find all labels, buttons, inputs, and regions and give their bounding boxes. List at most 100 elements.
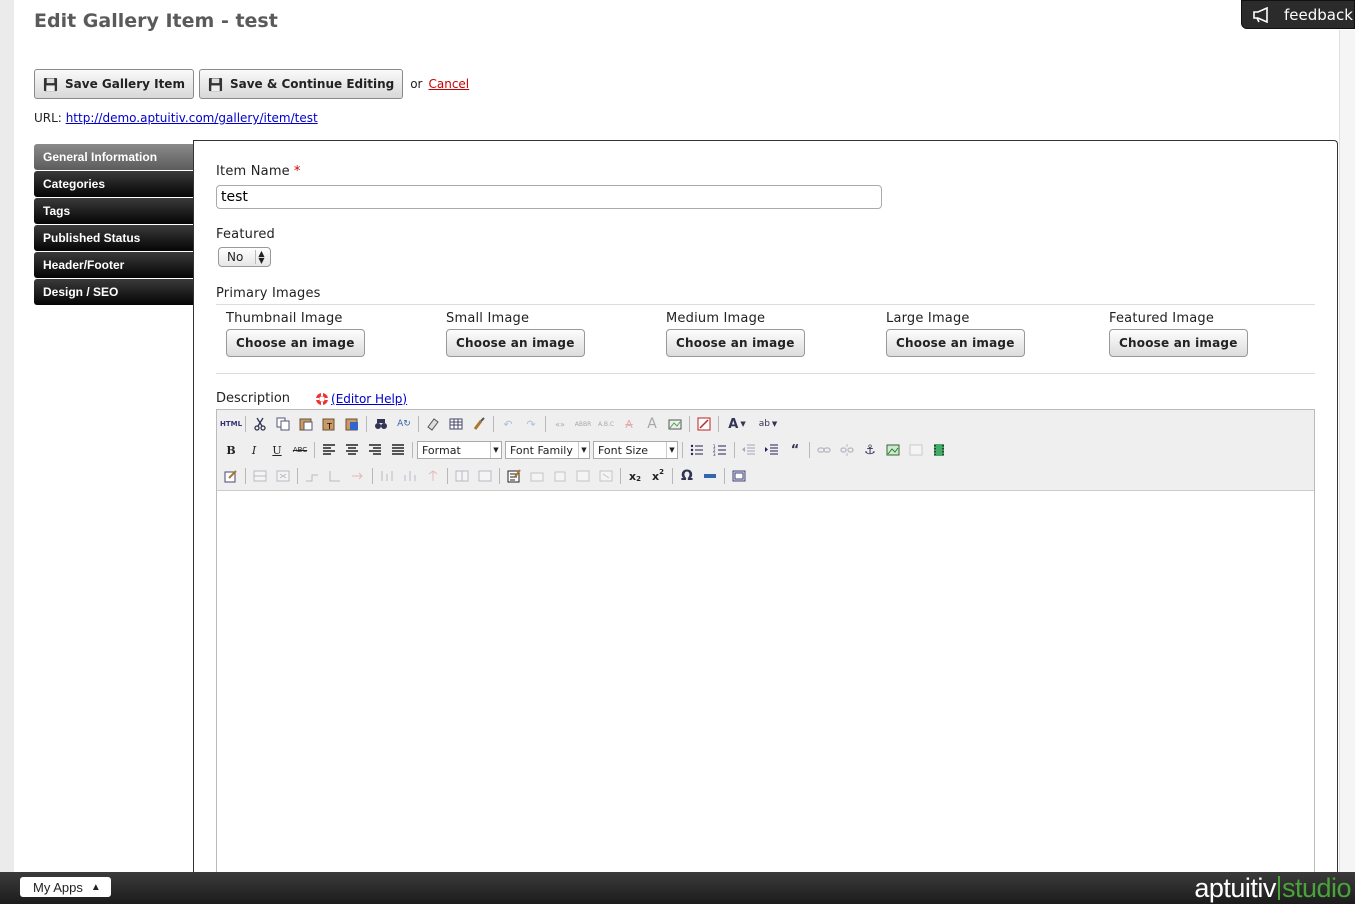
special-char-icon[interactable]: Ω bbox=[677, 466, 697, 486]
font-family-select[interactable]: Font Family ▼ bbox=[505, 441, 590, 459]
toolbar-separator bbox=[314, 442, 315, 458]
fullscreen-icon[interactable] bbox=[729, 466, 749, 486]
undo-icon[interactable]: ↶ bbox=[498, 414, 518, 434]
url-link[interactable]: http://demo.aptuitiv.com/gallery/item/te… bbox=[66, 111, 318, 125]
anchor-icon[interactable]: ⚓ bbox=[860, 440, 880, 460]
toolbar-separator bbox=[620, 468, 621, 484]
blockquote-icon[interactable]: “ bbox=[785, 440, 805, 460]
featured-select[interactable]: No ▲ ▼ bbox=[218, 247, 271, 267]
outdent-icon[interactable] bbox=[739, 440, 759, 460]
abbr-icon[interactable]: ABBR bbox=[573, 414, 593, 434]
row-after-icon[interactable] bbox=[348, 466, 368, 486]
col-before-icon[interactable] bbox=[400, 466, 420, 486]
unlink-icon[interactable] bbox=[837, 440, 857, 460]
sidebar-item-design-seo[interactable]: Design / SEO bbox=[34, 279, 193, 305]
bullet-list-icon[interactable] bbox=[687, 440, 707, 460]
align-center-icon[interactable] bbox=[342, 440, 362, 460]
editor-content-area[interactable] bbox=[217, 491, 1314, 881]
layer-insert-icon[interactable] bbox=[527, 466, 547, 486]
save-continue-button[interactable]: Save & Continue Editing bbox=[198, 69, 404, 99]
sidebar-item-published-status[interactable]: Published Status bbox=[34, 225, 193, 251]
sidebar-item-tags[interactable]: Tags bbox=[34, 198, 193, 224]
font-size-select[interactable]: Font Size ▼ bbox=[593, 441, 678, 459]
floppy-disk-icon bbox=[208, 77, 223, 91]
choose-thumbnail-image-button[interactable]: Choose an image bbox=[226, 329, 365, 357]
bold-icon[interactable]: B bbox=[221, 440, 241, 460]
italic-icon[interactable]: I bbox=[244, 440, 264, 460]
copy-icon[interactable] bbox=[273, 414, 293, 434]
featured-label: Featured bbox=[216, 227, 275, 242]
brand-logo-right: studio bbox=[1281, 872, 1352, 903]
acronym-icon[interactable]: A.B.C bbox=[596, 414, 616, 434]
feedback-button[interactable]: feedback bbox=[1241, 0, 1355, 29]
toolbar-separator bbox=[809, 442, 810, 458]
indent-icon[interactable] bbox=[762, 440, 782, 460]
media-placeholder-icon[interactable] bbox=[906, 440, 926, 460]
editor-help-link[interactable]: (Editor Help) bbox=[331, 392, 407, 406]
paste-text-icon[interactable]: T bbox=[319, 414, 339, 434]
sidebar-item-header-footer[interactable]: Header/Footer bbox=[34, 252, 193, 278]
numbered-list-icon[interactable]: 123 bbox=[710, 440, 730, 460]
table-icon[interactable] bbox=[446, 414, 466, 434]
split-cells-icon[interactable] bbox=[452, 466, 472, 486]
layer-forward-icon[interactable] bbox=[550, 466, 570, 486]
edit-css-icon[interactable] bbox=[221, 466, 241, 486]
choose-large-image-button[interactable]: Choose an image bbox=[886, 329, 1025, 357]
toolbar-row-2: B I U ABC Format ▼ Font Family ▼ Font Size… bbox=[221, 439, 952, 461]
pdf-icon[interactable] bbox=[694, 414, 714, 434]
image-manager-icon[interactable] bbox=[665, 414, 685, 434]
select-arrows-icon: ▲ ▼ bbox=[255, 250, 267, 265]
insert-image-icon[interactable] bbox=[883, 440, 903, 460]
quote-icon[interactable]: «» bbox=[550, 414, 570, 434]
horizontal-rule-icon[interactable] bbox=[700, 466, 720, 486]
align-left-icon[interactable] bbox=[319, 440, 339, 460]
choose-featured-image-button[interactable]: Choose an image bbox=[1109, 329, 1248, 357]
paste-word-icon[interactable] bbox=[342, 414, 362, 434]
save-gallery-item-button[interactable]: Save Gallery Item bbox=[34, 69, 194, 99]
replace-icon[interactable]: A↻ bbox=[394, 414, 414, 434]
find-icon[interactable] bbox=[371, 414, 391, 434]
choose-medium-image-button[interactable]: Choose an image bbox=[666, 329, 805, 357]
format-select[interactable]: Format ▼ bbox=[417, 441, 502, 459]
subscript-icon[interactable]: x2 bbox=[625, 466, 645, 486]
col-after-icon[interactable] bbox=[423, 466, 443, 486]
insert-row-icon[interactable] bbox=[250, 466, 270, 486]
underline-icon[interactable]: U bbox=[267, 440, 287, 460]
col-props-icon[interactable] bbox=[377, 466, 397, 486]
row-before-icon[interactable] bbox=[325, 466, 345, 486]
absolute-icon[interactable] bbox=[596, 466, 616, 486]
description-label: Description bbox=[216, 391, 291, 406]
sidebar-item-general-information[interactable]: General Information bbox=[34, 144, 193, 170]
sidebar-item-categories[interactable]: Categories bbox=[34, 171, 193, 197]
superscript-icon[interactable]: x2 bbox=[648, 466, 668, 486]
attributes-icon[interactable] bbox=[504, 466, 524, 486]
delete-row-icon[interactable] bbox=[273, 466, 293, 486]
cleanup-brush-icon[interactable] bbox=[469, 414, 489, 434]
strikethrough-icon[interactable]: ABC bbox=[290, 440, 310, 460]
link-icon[interactable] bbox=[814, 440, 834, 460]
strikethrough-a-icon[interactable]: A bbox=[619, 414, 639, 434]
my-apps-label: My Apps bbox=[33, 879, 83, 895]
scrollbar[interactable] bbox=[1339, 30, 1355, 872]
dropdown-arrow-icon: ▼ bbox=[490, 442, 501, 458]
redo-icon[interactable]: ↷ bbox=[521, 414, 541, 434]
paste-icon[interactable] bbox=[296, 414, 316, 434]
eraser-icon[interactable] bbox=[423, 414, 443, 434]
highlight-color-icon[interactable]: ab ▼ bbox=[754, 414, 782, 434]
align-right-icon[interactable] bbox=[365, 440, 385, 460]
font-a-icon[interactable]: A bbox=[642, 414, 662, 434]
my-apps-button[interactable]: My Apps ▲ bbox=[20, 877, 111, 897]
film-icon[interactable] bbox=[929, 440, 949, 460]
cut-icon[interactable] bbox=[250, 414, 270, 434]
row-props-icon[interactable] bbox=[302, 466, 322, 486]
svg-text:T: T bbox=[326, 422, 332, 431]
html-source-icon[interactable]: HTML bbox=[220, 414, 242, 434]
item-name-input[interactable] bbox=[216, 185, 882, 209]
cancel-link[interactable]: Cancel bbox=[428, 77, 469, 91]
merge-cells-icon[interactable] bbox=[475, 466, 495, 486]
toolbar-separator bbox=[366, 416, 367, 432]
choose-small-image-button[interactable]: Choose an image bbox=[446, 329, 585, 357]
text-color-icon[interactable]: A ▼ bbox=[723, 414, 751, 434]
layer-backward-icon[interactable] bbox=[573, 466, 593, 486]
align-justify-icon[interactable] bbox=[388, 440, 408, 460]
